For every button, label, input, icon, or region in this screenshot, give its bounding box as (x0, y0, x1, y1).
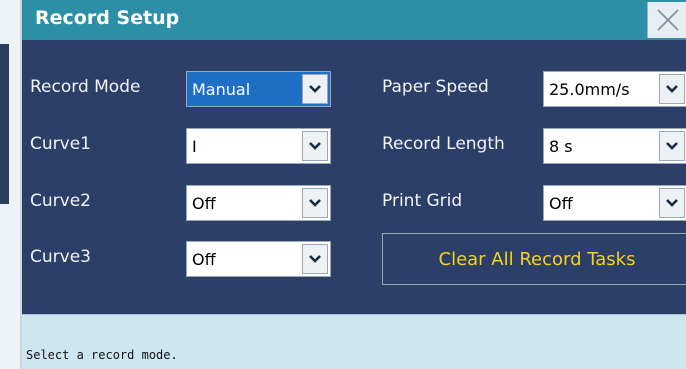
status-message: Select a record mode. (26, 348, 178, 362)
background-panel-edge (0, 44, 9, 204)
print-grid-select[interactable]: Off (543, 185, 686, 221)
curve1-dropdown-button[interactable] (302, 131, 328, 161)
curve3-dropdown-button[interactable] (302, 244, 328, 274)
record-length-select[interactable]: 8 s (543, 128, 686, 164)
background-panel (0, 0, 21, 369)
chevron-down-icon (666, 199, 678, 207)
print-grid-dropdown-button[interactable] (659, 188, 685, 218)
print-grid-value: Off (549, 194, 573, 213)
chevron-down-icon (309, 199, 321, 207)
paper-speed-value: 25.0mm/s (549, 80, 630, 99)
curve3-label: Curve3 (30, 247, 91, 267)
curve2-select[interactable]: Off (186, 185, 331, 221)
record-length-dropdown-button[interactable] (659, 131, 685, 161)
close-button[interactable] (647, 2, 686, 38)
curve1-label: Curve1 (30, 134, 91, 154)
chevron-down-icon (309, 85, 321, 93)
curve2-label: Curve2 (30, 191, 91, 211)
curve1-select[interactable]: I (186, 128, 331, 164)
record-mode-label: Record Mode (30, 77, 141, 97)
close-icon (657, 9, 679, 31)
status-bar: Select a record mode. (22, 314, 686, 369)
dialog-title: Record Setup (35, 7, 180, 29)
curve3-value: Off (192, 250, 216, 269)
record-mode-value: Manual (192, 80, 251, 99)
chevron-down-icon (309, 142, 321, 150)
paper-speed-dropdown-button[interactable] (659, 74, 685, 104)
paper-speed-label: Paper Speed (382, 77, 489, 97)
dialog-titlebar: Record Setup (22, 0, 686, 40)
print-grid-label: Print Grid (382, 191, 463, 211)
curve3-select[interactable]: Off (186, 241, 331, 277)
chevron-down-icon (666, 85, 678, 93)
record-length-value: 8 s (549, 137, 573, 156)
clear-all-record-tasks-button[interactable]: Clear All Record Tasks (382, 233, 686, 285)
paper-speed-select[interactable]: 25.0mm/s (543, 71, 686, 107)
curve2-dropdown-button[interactable] (302, 188, 328, 218)
record-mode-select[interactable]: Manual (186, 71, 331, 107)
record-length-label: Record Length (382, 134, 505, 154)
screen: Record Setup Record Mode Manual Curve1 I… (0, 0, 686, 369)
record-mode-dropdown-button[interactable] (302, 74, 328, 104)
curve1-value: I (192, 137, 197, 156)
curve2-value: Off (192, 194, 216, 213)
chevron-down-icon (666, 142, 678, 150)
record-setup-dialog: Record Setup Record Mode Manual Curve1 I… (20, 0, 686, 369)
chevron-down-icon (309, 255, 321, 263)
